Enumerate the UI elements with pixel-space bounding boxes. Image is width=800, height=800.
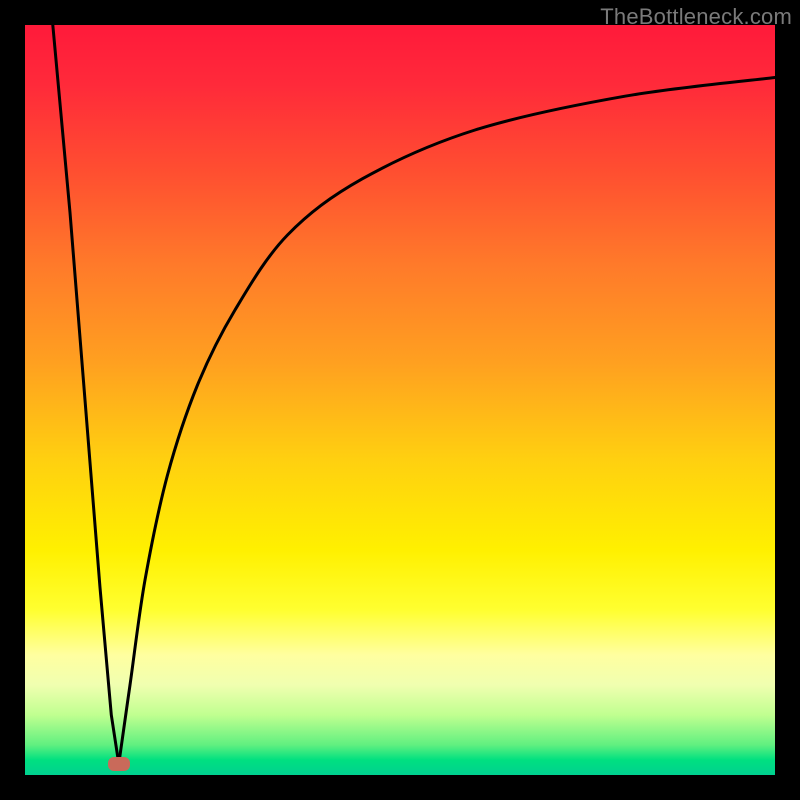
chart-frame: TheBottleneck.com <box>0 0 800 800</box>
curve-layer <box>25 25 775 775</box>
right-branch-line <box>119 78 775 764</box>
plot-area <box>25 25 775 775</box>
watermark-text: TheBottleneck.com <box>600 4 792 30</box>
minimum-marker <box>108 757 130 771</box>
left-branch-line <box>53 25 119 764</box>
